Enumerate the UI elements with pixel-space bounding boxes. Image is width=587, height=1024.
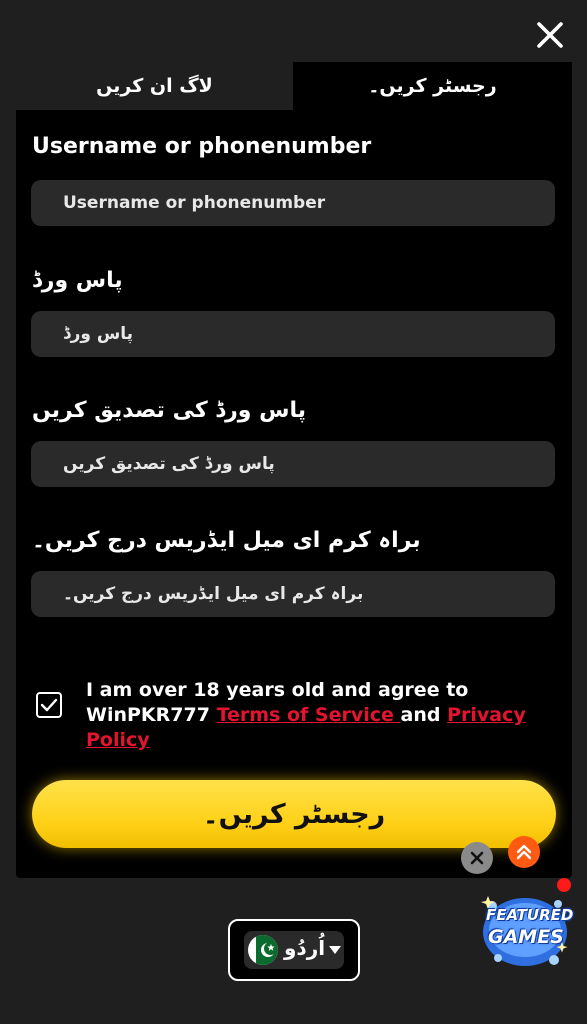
agreement-text-2: and [400,704,448,726]
agree-checkbox[interactable] [36,692,62,718]
auth-tabs: لاگ ان کریں رجسٹر کریں۔ [16,62,572,110]
username-input[interactable] [31,180,555,226]
agreement-text: I am over 18 years old and agree to WinP… [86,678,546,753]
double-chevron-up-icon [516,844,532,860]
notification-dot [557,878,571,892]
pakistan-flag-icon [248,935,278,965]
featured-games-button[interactable]: FEATURED GAMES [478,884,574,972]
confirm-password-label: پاس ورڈ کی تصدیق کریں [32,398,306,423]
scroll-to-top-button[interactable] [508,836,540,868]
register-submit-button[interactable]: رجسٹر کریں۔ [32,780,556,848]
featured-label-line2: GAMES [488,926,564,948]
close-icon [537,22,563,48]
terms-link[interactable]: Terms of Service [217,704,401,726]
username-label: Username or phonenumber [32,134,372,159]
caret-down-icon [329,946,341,954]
tab-register[interactable]: رجسٹر کریں۔ [293,62,572,110]
language-label: اُردُو [284,936,326,960]
email-input[interactable] [31,571,555,617]
featured-close-button[interactable] [461,842,493,874]
language-selector-inner: اُردُو [244,931,344,969]
close-icon [470,851,484,865]
tab-login[interactable]: لاگ ان کریں [16,62,293,110]
password-label: پاس ورڈ [32,268,123,293]
auth-panel: لاگ ان کریں رجسٹر کریں۔ Username or phon… [16,62,572,878]
language-selector[interactable]: اُردُو [228,919,360,981]
check-icon [40,698,58,712]
confirm-password-input[interactable] [31,441,555,487]
close-button[interactable] [535,20,565,50]
featured-label-line1: FEATURED [486,906,574,924]
email-label: براہ کرم ای میل ایڈریس درج کریں۔ [32,528,421,553]
password-input[interactable] [31,311,555,357]
